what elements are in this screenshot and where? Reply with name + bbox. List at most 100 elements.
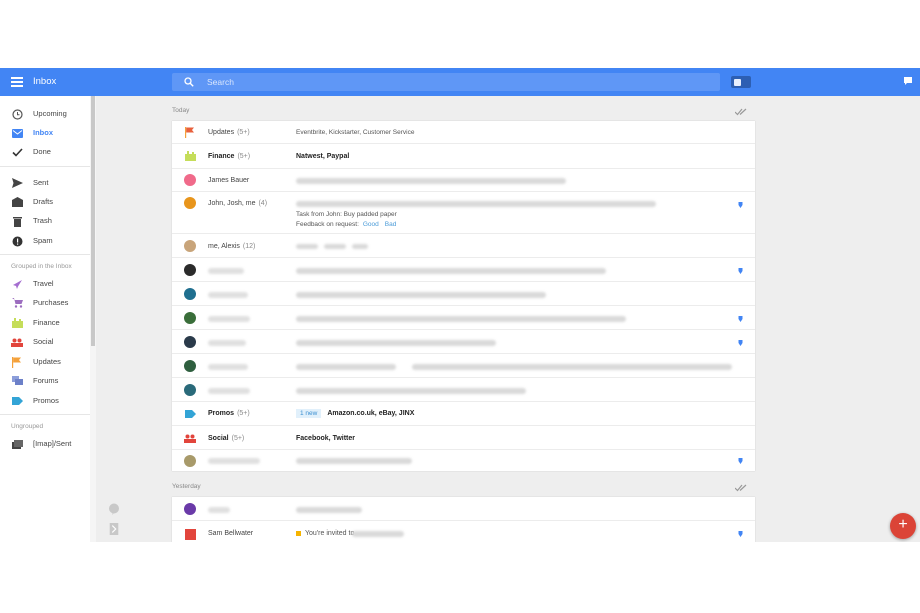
day-label-today: Today	[172, 107, 190, 114]
search-input[interactable]: Search	[172, 73, 720, 91]
pin-icon[interactable]	[738, 531, 743, 537]
menu-icon[interactable]	[11, 77, 23, 87]
pin-icon[interactable]	[738, 268, 743, 274]
avatar	[184, 384, 196, 396]
sidebar-item-spam[interactable]: Spam	[0, 233, 90, 249]
trash-icon	[11, 215, 23, 227]
pin-icon[interactable]	[738, 340, 743, 346]
pinned-toggle[interactable]	[731, 76, 751, 88]
sidebar-item-label: Updates	[33, 357, 61, 366]
people-icon	[11, 336, 23, 348]
row-sender: John, Josh, me (4)	[208, 200, 267, 207]
blurred-attachment	[352, 244, 368, 249]
sidebar-item-imap-sent[interactable]: [Imap]/Sent	[0, 436, 90, 452]
chat-icon[interactable]	[903, 76, 913, 86]
sidebar-item-forums[interactable]: Forums	[0, 373, 90, 389]
sidebar-scrollbar[interactable]	[90, 96, 96, 542]
sidebar-item-upcoming[interactable]: Upcoming	[0, 106, 90, 122]
sidebar-item-social[interactable]: Social	[0, 334, 90, 350]
avatar	[184, 288, 196, 300]
sidebar-item-inbox[interactable]: Inbox	[0, 125, 90, 141]
sidebar-item-updates[interactable]: Updates	[0, 354, 90, 370]
sidebar-item-drafts[interactable]: Drafts	[0, 194, 90, 210]
sender-name: Promos	[208, 410, 235, 417]
finance-icon	[11, 317, 23, 329]
pin-icon[interactable]	[738, 202, 743, 208]
finance-icon	[184, 150, 196, 162]
folder-icon	[11, 438, 23, 450]
message-row[interactable]	[172, 330, 755, 354]
sidebar-item-label: Upcoming	[33, 109, 67, 118]
sender-name: Sam Bellwater	[208, 530, 254, 537]
pin-icon[interactable]	[738, 458, 743, 464]
sidebar-item-label: Sent	[33, 178, 49, 187]
reply-bad-link[interactable]: Bad	[385, 221, 397, 228]
message-row[interactable]	[172, 378, 755, 402]
blurred-subject	[296, 458, 412, 464]
pin-icon[interactable]	[738, 316, 743, 322]
blurred-sender	[208, 292, 248, 298]
blurred-sender	[208, 316, 250, 322]
thread-count: (5+)	[237, 410, 250, 417]
people-icon	[184, 432, 196, 444]
message-row[interactable]	[172, 306, 755, 330]
blurred-subject	[296, 201, 656, 207]
reply-good-link[interactable]: Good	[363, 221, 379, 228]
sender-name: me, Alexis	[208, 243, 240, 250]
forums-icon	[11, 375, 23, 387]
message-row[interactable]	[172, 450, 755, 471]
bundle-row-social[interactable]: Social (5+) Facebook, Twitter	[172, 426, 755, 450]
message-row[interactable]	[172, 282, 755, 306]
blurred-attachment	[324, 244, 346, 249]
row-subject-text: Amazon.co.uk, eBay, JINX	[327, 410, 415, 417]
avatar	[184, 197, 196, 209]
sweep-icon[interactable]	[735, 484, 747, 492]
avatar	[184, 312, 196, 324]
avatar	[184, 264, 196, 276]
message-row[interactable]: me, Alexis (12)	[172, 234, 755, 258]
sidebar-item-purchases[interactable]: Purchases	[0, 295, 90, 311]
bundle-row-finance[interactable]: Finance (5+) Natwest, Paypal	[172, 144, 755, 169]
plus-icon: +	[898, 516, 908, 533]
inbox-icon	[11, 127, 23, 139]
sidebar-item-sent[interactable]: Sent	[0, 175, 90, 191]
bundle-row-updates[interactable]: Updates (5+) Eventbrite, Kickstarter, Cus…	[172, 121, 755, 144]
search-icon	[184, 77, 194, 87]
bundle-row-promos[interactable]: Promos (5+) 1 new Amazon.co.uk, eBay, JINX	[172, 402, 755, 426]
avatar	[184, 528, 196, 540]
sidebar-item-label: Inbox	[33, 128, 53, 137]
row-subject: 1 new Amazon.co.uk, eBay, JINX	[296, 409, 414, 418]
sidebar-item-travel[interactable]: Travel	[0, 276, 90, 292]
message-row[interactable]	[172, 497, 755, 521]
sidebar-item-trash[interactable]: Trash	[0, 213, 90, 229]
flag-icon	[11, 356, 23, 368]
send-icon	[11, 177, 23, 189]
blurred-sender	[208, 340, 246, 346]
message-row[interactable]	[172, 258, 755, 282]
day-label-yesterday: Yesterday	[172, 483, 201, 490]
sidebar-item-label: Travel	[33, 279, 54, 288]
compose-button[interactable]: +	[890, 513, 916, 539]
hangouts-icon[interactable]	[108, 503, 120, 515]
avatar	[184, 503, 196, 515]
inbox-app: Inbox Search Upcoming Inbox Done Sent Dr…	[0, 68, 920, 542]
message-row[interactable]: James Bauer	[172, 169, 755, 192]
blurred-subject	[296, 292, 546, 298]
blurred-subject	[296, 340, 496, 346]
sidebar-item-label: Drafts	[33, 197, 54, 206]
blurred-sender	[208, 507, 230, 513]
sidebar-item-done[interactable]: Done	[0, 144, 90, 160]
scrollbar-thumb[interactable]	[91, 96, 95, 346]
sweep-icon[interactable]	[735, 108, 747, 116]
message-row[interactable]: Sam Bellwater You're invited to	[172, 521, 755, 542]
sender-name: John, Josh, me	[208, 200, 256, 207]
thread-count: (5+)	[231, 435, 245, 442]
drafts-icon	[11, 196, 23, 208]
message-row[interactable]	[172, 354, 755, 378]
message-row-expanded[interactable]: John, Josh, me (4) Task from John: Buy pa…	[172, 192, 755, 234]
reminder-icon[interactable]	[108, 523, 120, 535]
sidebar-item-promos[interactable]: Promos	[0, 393, 90, 409]
blurred-subject	[296, 268, 606, 274]
sidebar-item-label: Forums	[33, 376, 59, 385]
sidebar-item-finance[interactable]: Finance	[0, 315, 90, 331]
